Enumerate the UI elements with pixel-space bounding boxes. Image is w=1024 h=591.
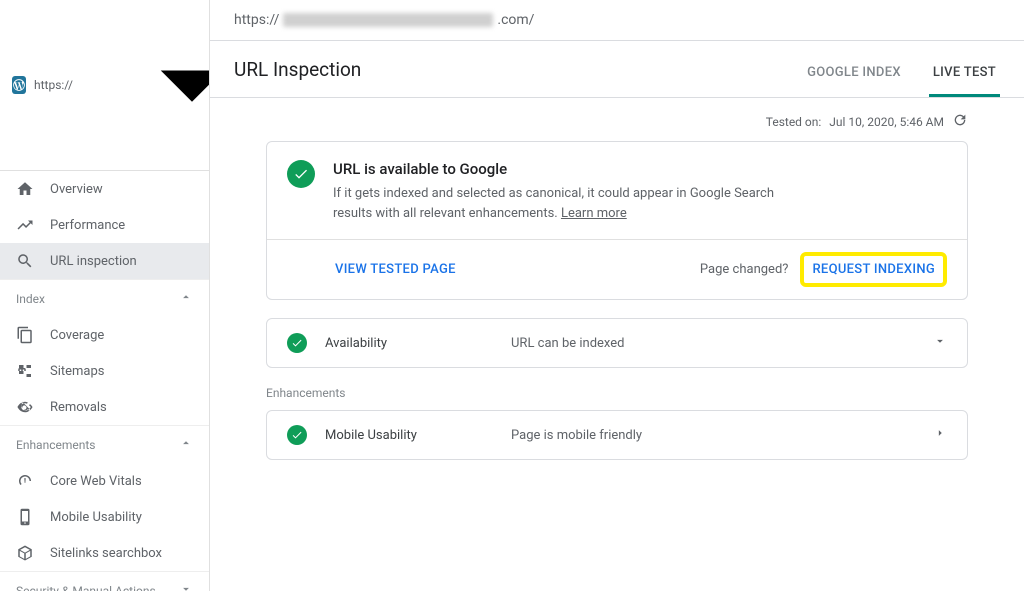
search-icon (16, 252, 34, 270)
sidebar-section-index[interactable]: Index (0, 280, 209, 317)
sidebar-item-overview[interactable]: Overview (0, 171, 209, 207)
sidebar-item-label: Removals (50, 400, 107, 415)
box-icon (16, 544, 34, 562)
page-title: URL Inspection (234, 58, 361, 93)
removals-icon (16, 398, 34, 416)
mobile-usability-value: Page is mobile friendly (511, 428, 915, 443)
tab-live-test[interactable]: LIVE TEST (929, 53, 1000, 97)
sidebar-item-label: Sitelinks searchbox (50, 546, 162, 561)
chevron-down-icon (179, 582, 193, 591)
sidebar-item-label: Sitemaps (50, 364, 105, 379)
mobile-usability-label: Mobile Usability (325, 428, 493, 443)
sidebar-item-label: Core Web Vitals (50, 474, 142, 489)
coverage-icon (16, 326, 34, 344)
speed-icon (16, 472, 34, 490)
tested-on-label: Tested on: (766, 115, 822, 129)
chevron-down-icon (933, 334, 947, 352)
check-icon (287, 160, 315, 188)
sidebar-item-sitelinks-searchbox[interactable]: Sitelinks searchbox (0, 535, 209, 571)
sidebar-item-label: Overview (50, 182, 103, 197)
sidebar-item-mobile-usability[interactable]: Mobile Usability (0, 499, 209, 535)
sidebar-item-performance[interactable]: Performance (0, 207, 209, 243)
status-actions: VIEW TESTED PAGE Page changed? REQUEST I… (267, 239, 967, 299)
url-prefix: https:// (234, 12, 279, 28)
sidebar-item-label: Mobile Usability (50, 510, 142, 525)
tested-on-row: Tested on: Jul 10, 2020, 5:46 AM (210, 98, 1024, 141)
request-indexing-button[interactable]: REQUEST INDEXING (800, 252, 947, 287)
chevron-right-icon (933, 426, 947, 444)
trend-icon (16, 216, 34, 234)
sidebar-item-core-web-vitals[interactable]: Core Web Vitals (0, 463, 209, 499)
main: https:// .com/ URL Inspection GOOGLE IND… (210, 0, 1024, 591)
home-icon (16, 180, 34, 198)
url-suffix: .com/ (497, 12, 534, 28)
enhancements-section-label: Enhancements (266, 386, 968, 400)
sidebar: https:// Overview Performance URL inspec… (0, 0, 210, 591)
sidebar-section-security[interactable]: Security & Manual Actions (0, 572, 209, 591)
chevron-up-icon (179, 290, 193, 307)
tested-on-value: Jul 10, 2020, 5:46 AM (829, 115, 944, 129)
page-changed-label: Page changed? (700, 262, 789, 277)
sidebar-item-label: Performance (50, 218, 125, 233)
sidebar-item-sitemaps[interactable]: Sitemaps (0, 353, 209, 389)
sidebar-section-label: Security & Manual Actions (16, 584, 156, 591)
mobile-usability-card[interactable]: Mobile Usability Page is mobile friendly (266, 410, 968, 460)
check-icon (287, 333, 307, 353)
property-selector[interactable]: https:// (0, 0, 209, 171)
chevron-down-icon (42, 8, 210, 162)
view-tested-page-button[interactable]: VIEW TESTED PAGE (287, 262, 456, 277)
sidebar-item-coverage[interactable]: Coverage (0, 317, 209, 353)
sidebar-item-label: Coverage (50, 328, 104, 343)
wordpress-icon (12, 76, 26, 94)
tabs: GOOGLE INDEX LIVE TEST (803, 53, 1000, 97)
sidebar-item-url-inspection[interactable]: URL inspection (0, 243, 209, 279)
phone-icon (16, 508, 34, 526)
check-icon (287, 425, 307, 445)
chevron-up-icon (179, 436, 193, 453)
sidebar-section-enhancements[interactable]: Enhancements (0, 426, 209, 463)
availability-card[interactable]: Availability URL can be indexed (266, 318, 968, 368)
refresh-button[interactable] (952, 112, 968, 131)
status-title: URL is available to Google (333, 160, 793, 178)
status-description: If it gets indexed and selected as canon… (333, 184, 793, 223)
url-redacted (283, 13, 493, 27)
sidebar-section-label: Enhancements (16, 438, 96, 452)
learn-more-link[interactable]: Learn more (561, 206, 627, 221)
sidebar-item-label: URL inspection (50, 254, 137, 269)
availability-value: URL can be indexed (511, 336, 915, 351)
status-card: URL is available to Google If it gets in… (266, 141, 968, 300)
tab-google-index[interactable]: GOOGLE INDEX (803, 53, 905, 97)
content: Tested on: Jul 10, 2020, 5:46 AM URL is … (210, 98, 1024, 591)
availability-label: Availability (325, 336, 493, 351)
sidebar-item-removals[interactable]: Removals (0, 389, 209, 425)
sidebar-section-label: Index (16, 292, 45, 306)
status-row: URL is available to Google If it gets in… (267, 142, 967, 239)
url-bar[interactable]: https:// .com/ (210, 0, 1024, 41)
page-header: URL Inspection GOOGLE INDEX LIVE TEST (210, 41, 1024, 98)
sitemap-icon (16, 362, 34, 380)
